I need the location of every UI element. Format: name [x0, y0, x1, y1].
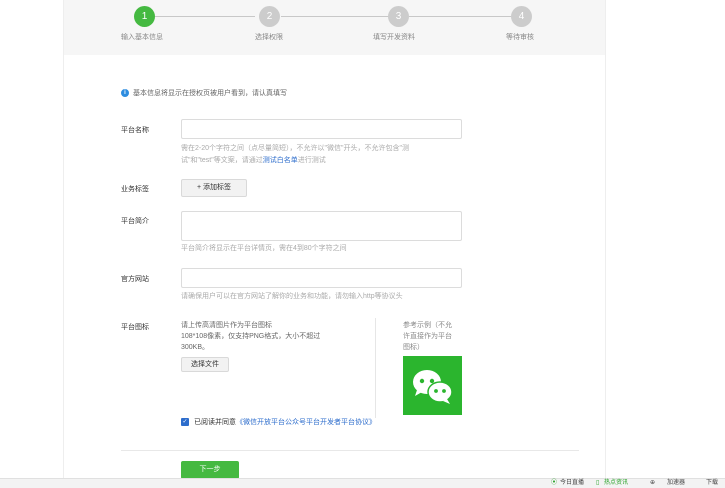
step-1-circle: 1 — [134, 6, 155, 27]
agreement-link[interactable]: 《微信开放平台公众号平台开发者平台协议》 — [236, 417, 376, 427]
reference-example-text: 参考示例（不允 许直接作为平台 图标） — [403, 320, 465, 353]
info-notice: i 基本信息将显示在授权页被用户看到，请认真填写 — [121, 88, 287, 98]
step-connector — [281, 16, 389, 17]
platform-intro-hint: 平台简介将显示在平台详情页，需在4到80个字符之间 — [181, 245, 347, 252]
step-connector — [155, 16, 255, 17]
step-3-circle: 3 — [388, 6, 409, 27]
step-2-label: 选择权限 — [255, 34, 283, 41]
platform-intro-label: 平台简介 — [121, 218, 149, 225]
ref-line1: 参考示例（不允 — [403, 322, 452, 329]
add-tag-button[interactable]: + 添加标签 — [181, 179, 247, 197]
step-progress-bar: 1 2 3 4 输入基本信息 选择权限 填写开发资料 等待审核 — [64, 0, 605, 55]
step-4-label: 等待审核 — [506, 34, 534, 41]
hint-text: 试"和"test"等文案，请通过 — [181, 157, 263, 164]
agreement-text: 已阅读并同意 — [194, 419, 236, 426]
agreement-row: ✓ 已阅读并同意 《微信开放平台公众号平台开发者平台协议》 — [181, 417, 376, 427]
choose-file-button[interactable]: 选择文件 — [181, 357, 229, 372]
step-2-circle: 2 — [259, 6, 280, 27]
ref-line3: 图标） — [403, 344, 424, 351]
divider — [375, 318, 376, 418]
hint-text: 进行测试 — [297, 157, 326, 164]
icon-requirements: 请上传高清图片作为平台图标 108*108像素，仅支持PNG格式，大小不超过 3… — [181, 320, 320, 353]
platform-name-hint-line1: 需在2-20个字符之间（点尽量简短），不允许以"微信"开头，不允许包含"测 — [181, 145, 409, 152]
business-tag-label: 业务标签 — [121, 186, 149, 193]
test-whitelist-link[interactable]: 测试白名单 — [263, 157, 298, 164]
platform-icon-label: 平台图标 — [121, 324, 149, 331]
official-website-input[interactable] — [181, 268, 462, 288]
platform-name-hint: 需在2-20个字符之间（点尽量简短），不允许以"微信"开头，不允许包含"测 试"… — [181, 143, 409, 167]
form-divider — [121, 450, 579, 451]
official-website-label: 官方网站 — [121, 276, 149, 283]
notice-text: 基本信息将显示在授权页被用户看到，请认真填写 — [133, 90, 287, 97]
step-1-label: 输入基本信息 — [121, 34, 163, 41]
platform-intro-textarea[interactable] — [181, 211, 462, 241]
platform-name-hint-line2: 试"和"test"等文案，请通过测试白名单进行测试 — [181, 155, 409, 167]
icon-req-line1: 请上传高清图片作为平台图标 — [181, 322, 272, 329]
icon-req-line2: 108*108像素，仅支持PNG格式，大小不超过 — [181, 333, 321, 340]
wechat-logo-icon — [403, 356, 462, 415]
next-step-button[interactable]: 下一步 — [181, 461, 239, 479]
step-connector — [409, 16, 512, 17]
ref-line2: 许直接作为平台 — [403, 333, 452, 340]
icon-req-line3: 300KB。 — [181, 344, 210, 351]
platform-name-input[interactable] — [181, 119, 462, 139]
step-3-label: 填写开发资料 — [373, 34, 415, 41]
step-4-circle: 4 — [511, 6, 532, 27]
info-icon: i — [121, 89, 129, 97]
agreement-checkbox[interactable]: ✓ — [181, 418, 189, 426]
platform-name-label: 平台名称 — [121, 127, 149, 134]
official-website-hint: 请确保用户可以在官方网站了解你的业务和功能，请勿输入http等协议头 — [181, 293, 403, 300]
